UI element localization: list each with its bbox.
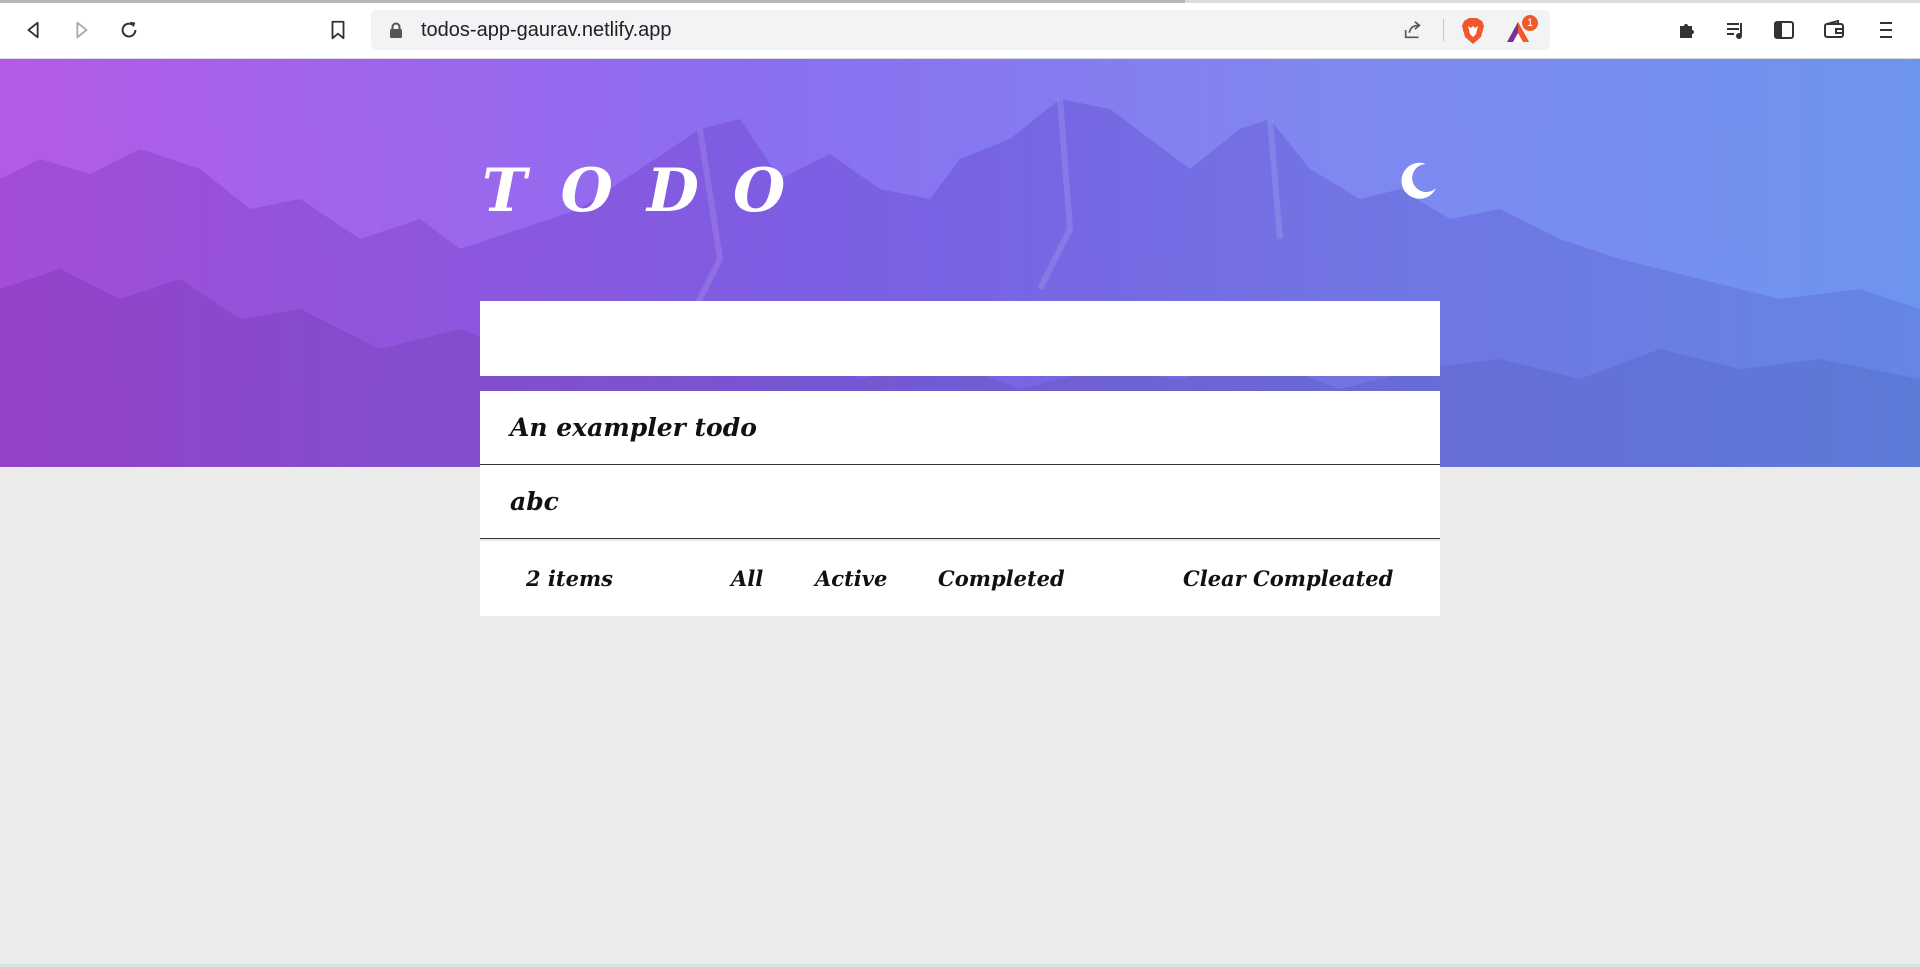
address-bar[interactable]: todos-app-gaurav.netlify.app 1 (371, 10, 1550, 50)
todo-text: An exampler todo (510, 413, 757, 442)
forward-arrow-icon[interactable] (63, 14, 99, 46)
tab-strip (0, 0, 1920, 3)
bookmark-icon[interactable] (320, 14, 356, 46)
clear-completed-button[interactable]: Clear Compleated (1183, 541, 1393, 616)
todo-item[interactable]: An exampler todo (480, 391, 1440, 465)
wallet-icon[interactable] (1820, 16, 1848, 44)
filter-completed[interactable]: Completed (938, 541, 1065, 616)
moon-icon[interactable] (1396, 158, 1440, 202)
todo-list: An exampler todo abc (480, 391, 1440, 539)
brave-shield-icon[interactable] (1460, 17, 1486, 45)
share-icon[interactable] (1402, 19, 1424, 41)
playlist-icon[interactable] (1722, 16, 1750, 44)
menu-icon[interactable] (1872, 16, 1900, 44)
divider (1443, 19, 1444, 41)
filter-all[interactable]: All (731, 541, 763, 616)
new-todo-input[interactable] (480, 301, 1440, 376)
items-count: 2 items (526, 566, 614, 591)
brave-rewards-icon[interactable]: 1 (1504, 15, 1538, 45)
url-text[interactable]: todos-app-gaurav.netlify.app (421, 10, 672, 50)
rewards-badge: 1 (1522, 15, 1538, 31)
filter-active[interactable]: Active (815, 541, 887, 616)
lock-icon[interactable] (387, 21, 405, 39)
app-title: TODO (482, 156, 820, 226)
back-arrow-icon[interactable] (16, 14, 52, 46)
todo-item[interactable]: abc (480, 465, 1440, 539)
browser-toolbar: todos-app-gaurav.netlify.app 1 (0, 0, 1920, 59)
todo-footer: 2 items All Active Completed Clear Compl… (480, 541, 1440, 616)
todo-text: abc (510, 487, 559, 516)
reload-icon[interactable] (111, 14, 147, 46)
puzzle-icon[interactable] (1674, 16, 1702, 44)
sidebar-icon[interactable] (1770, 16, 1798, 44)
